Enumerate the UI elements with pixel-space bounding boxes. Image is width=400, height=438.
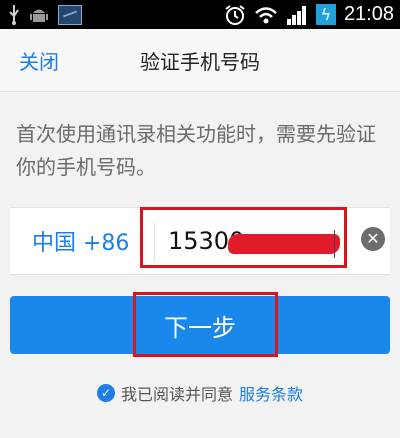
status-bar: ϟ 21:08 bbox=[0, 0, 400, 29]
instruction-text: 首次使用通讯录相关功能时，需要先验证你的手机号码。 bbox=[16, 122, 376, 179]
status-left-icons bbox=[8, 4, 82, 25]
battery-charging-icon: ϟ bbox=[315, 4, 336, 25]
check-icon[interactable]: ✓ bbox=[96, 384, 115, 402]
country-code-selector[interactable]: 中国 +86 bbox=[32, 225, 129, 257]
android-icon bbox=[30, 9, 48, 22]
clock: 21:08 bbox=[343, 3, 394, 25]
clear-icon[interactable]: ✕ bbox=[361, 227, 385, 251]
title-bar: 关闭 验证手机号码 bbox=[0, 29, 400, 92]
highlight-box-phone bbox=[140, 207, 347, 268]
page-title: 验证手机号码 bbox=[140, 50, 260, 74]
image-icon bbox=[58, 4, 82, 25]
agreement-text: 我已阅读并同意 bbox=[120, 385, 233, 404]
agreement-line: ✓ 我已阅读并同意 服务条款 bbox=[0, 381, 400, 405]
terms-of-service-link[interactable]: 服务条款 bbox=[239, 381, 303, 405]
status-right-icons: ϟ 21:08 bbox=[224, 2, 394, 27]
highlight-box-next bbox=[133, 292, 278, 357]
signal-icon bbox=[286, 5, 306, 25]
wifi-icon bbox=[255, 6, 277, 23]
usb-icon bbox=[9, 4, 19, 25]
alarm-icon bbox=[225, 4, 245, 25]
